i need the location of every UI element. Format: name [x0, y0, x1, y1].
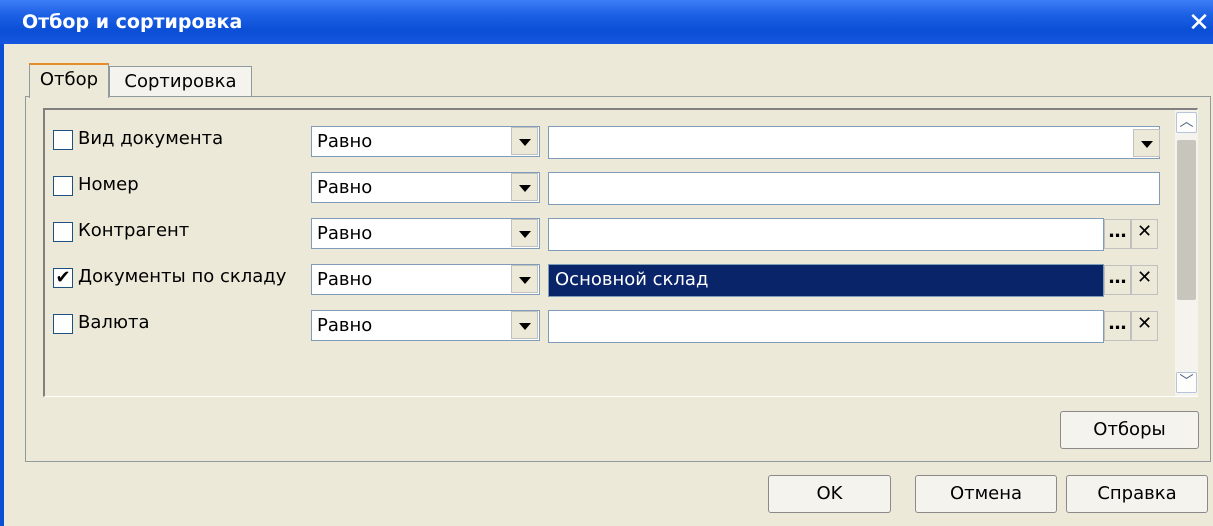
scroll-down-icon[interactable]: ﹀: [1176, 372, 1197, 393]
condition-value: Равно: [317, 177, 373, 198]
filter-label: Номер: [78, 174, 139, 195]
condition-select[interactable]: Равно: [311, 172, 540, 203]
close-icon[interactable]: ✕: [1187, 10, 1211, 37]
chevron-down-icon[interactable]: [1133, 129, 1160, 157]
chevron-down-icon[interactable]: [511, 265, 538, 293]
ok-button[interactable]: OK: [768, 475, 891, 513]
chevron-down-icon[interactable]: [511, 311, 538, 339]
filter-label: Вид документа: [78, 128, 224, 149]
filters-button[interactable]: Отборы: [1060, 411, 1199, 449]
filter-label: Документы по складу: [78, 266, 287, 287]
filter-grid: Вид документа Равно Номер Равно Контраге…: [43, 108, 1198, 397]
condition-value: Равно: [317, 223, 373, 244]
scroll-thumb[interactable]: [1177, 140, 1196, 300]
filter-label: Контрагент: [78, 220, 190, 241]
value-text: Основной склад: [553, 269, 711, 290]
window-border: [0, 44, 4, 526]
button-label: OK: [816, 483, 843, 504]
filter-row-number: Номер Равно: [45, 168, 1175, 208]
tab-sort[interactable]: Сортировка: [109, 66, 252, 96]
filter-row-counterparty: Контрагент Равно … ✕: [45, 214, 1175, 254]
chevron-down-icon[interactable]: [511, 219, 538, 247]
window-title: Отбор и сортировка: [22, 11, 243, 33]
cancel-button[interactable]: Отмена: [915, 475, 1057, 513]
condition-select[interactable]: Равно: [311, 264, 540, 295]
filter-label: Валюта: [78, 312, 150, 333]
filter-checkbox[interactable]: ✔: [53, 268, 73, 288]
clear-x-icon[interactable]: ✕: [1131, 219, 1158, 249]
button-label: Справка: [1097, 483, 1177, 504]
ellipsis-icon[interactable]: …: [1104, 219, 1131, 249]
filter-checkbox[interactable]: [53, 314, 73, 334]
title-bar[interactable]: Отбор и сортировка ✕: [0, 0, 1213, 44]
value-field[interactable]: Основной склад: [548, 264, 1104, 297]
ellipsis-icon[interactable]: …: [1104, 311, 1131, 341]
ellipsis-icon[interactable]: …: [1104, 265, 1131, 295]
filter-checkbox[interactable]: [53, 176, 73, 196]
clear-x-icon[interactable]: ✕: [1131, 311, 1158, 341]
button-label: Отборы: [1093, 419, 1166, 440]
condition-value: Равно: [317, 269, 373, 290]
filter-checkbox[interactable]: [53, 130, 73, 150]
filter-row-document-type: Вид документа Равно: [45, 122, 1175, 162]
clear-x-icon[interactable]: ✕: [1131, 265, 1158, 295]
filter-sort-dialog: Отбор и сортировка ✕ Отбор Сортировка Ви…: [0, 0, 1213, 526]
tab-label: Отбор: [39, 69, 99, 90]
chevron-down-icon[interactable]: [511, 173, 538, 201]
filter-row-currency: Валюта Равно … ✕: [45, 306, 1175, 346]
filter-row-warehouse: ✔ Документы по складу Равно Основной скл…: [45, 260, 1175, 300]
help-button[interactable]: Справка: [1066, 475, 1208, 513]
value-field[interactable]: [548, 310, 1104, 343]
condition-select[interactable]: Равно: [311, 218, 540, 249]
condition-value: Равно: [317, 131, 373, 152]
vertical-scrollbar[interactable]: ︿ ﹀: [1175, 110, 1198, 396]
tab-label: Сортировка: [124, 71, 237, 92]
tab-filter[interactable]: Отбор: [29, 63, 109, 98]
condition-select[interactable]: Равно: [311, 126, 540, 157]
filter-checkbox[interactable]: [53, 222, 73, 242]
value-field[interactable]: [548, 126, 1160, 159]
button-label: Отмена: [949, 483, 1023, 504]
chevron-down-icon[interactable]: [511, 127, 538, 155]
checkmark-icon: ✔: [55, 267, 71, 288]
value-field[interactable]: [548, 172, 1160, 205]
value-field[interactable]: [548, 218, 1104, 251]
scroll-up-icon[interactable]: ︿: [1176, 112, 1197, 133]
condition-select[interactable]: Равно: [311, 310, 540, 341]
condition-value: Равно: [317, 315, 373, 336]
